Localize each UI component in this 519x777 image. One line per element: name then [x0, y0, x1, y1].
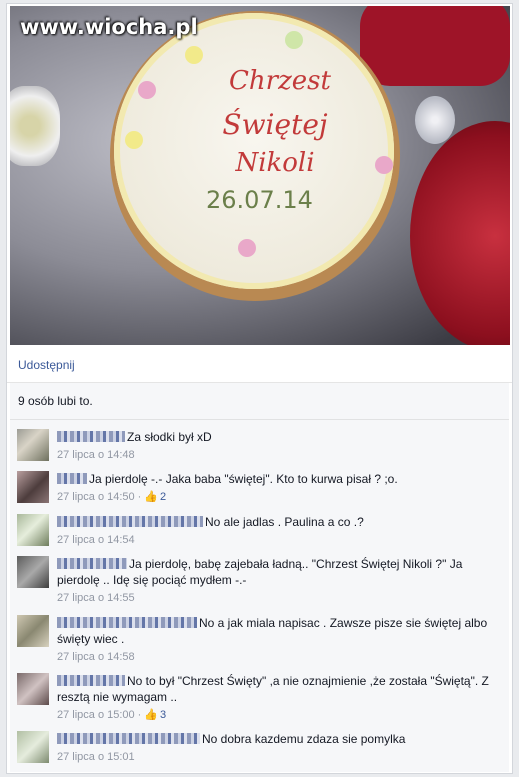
cake-flower: [138, 81, 156, 99]
cake-flower: [285, 31, 303, 49]
commenter-name-blurred[interactable]: [57, 617, 197, 628]
like-icon[interactable]: 👍: [144, 709, 158, 721]
commenter-name-blurred[interactable]: [57, 675, 125, 686]
avatar[interactable]: [17, 514, 49, 546]
commenter-name-blurred[interactable]: [57, 516, 203, 527]
cake-flower: [238, 239, 256, 257]
avatar[interactable]: [17, 673, 49, 705]
like-icon[interactable]: 👍: [144, 491, 158, 503]
comment-timestamp[interactable]: 27 lipca o 15:00: [57, 709, 135, 721]
red-jar: [360, 6, 510, 86]
commenter-name-blurred[interactable]: [57, 733, 200, 744]
glass-bottle: [415, 96, 455, 144]
cake-inscription-line1: Chrzest: [229, 66, 331, 96]
post-card: Chrzest Świętej Nikoli 26.07.14 www.wioc…: [6, 3, 513, 774]
cake-flower: [185, 46, 203, 64]
cake-date: 26.07.14: [206, 186, 313, 214]
cake-flower: [125, 131, 143, 149]
comment-like-count[interactable]: 2: [160, 491, 166, 503]
comment-timestamp[interactable]: 27 lipca o 14:48: [57, 449, 135, 461]
comment-timestamp[interactable]: 27 lipca o 14:50: [57, 491, 135, 503]
avatar[interactable]: [17, 615, 49, 647]
watermark: www.wiocha.pl: [20, 15, 198, 39]
commenter-name-blurred[interactable]: [57, 473, 87, 484]
cup: [10, 86, 60, 166]
cake-inscription-line2: Świętej: [222, 108, 328, 141]
comment-timestamp[interactable]: 27 lipca o 14:55: [57, 592, 135, 604]
likes-count[interactable]: 9 osób lubi to.: [18, 394, 93, 408]
avatar[interactable]: [17, 731, 49, 763]
comment-text: No ale jadlas . Paulina a co .?: [205, 515, 364, 529]
comment-timestamp[interactable]: 27 lipca o 14:54: [57, 534, 135, 546]
cake-flower: [375, 156, 393, 174]
comment-text: Za słodki był xD: [127, 430, 212, 444]
commenter-name-blurred[interactable]: [57, 431, 125, 442]
avatar[interactable]: [17, 429, 49, 461]
cake-inscription-line3: Nikoli: [235, 148, 315, 178]
post-photo[interactable]: Chrzest Świętej Nikoli 26.07.14 www.wioc…: [10, 6, 510, 345]
commenter-name-blurred[interactable]: [57, 558, 127, 569]
comment-timestamp[interactable]: 27 lipca o 14:58: [57, 651, 135, 663]
comment-like-count[interactable]: 3: [160, 709, 166, 721]
avatar[interactable]: [17, 556, 49, 588]
comment-text: Ja pierdolę -.- Jaka baba "świętej". Kto…: [89, 472, 398, 486]
avatar[interactable]: [17, 471, 49, 503]
share-link[interactable]: Udostępnij: [18, 358, 75, 372]
comment-timestamp[interactable]: 27 lipca o 15:01: [57, 751, 135, 763]
comment-text: No dobra kazdemu zdaza sie pomylka: [202, 732, 406, 746]
